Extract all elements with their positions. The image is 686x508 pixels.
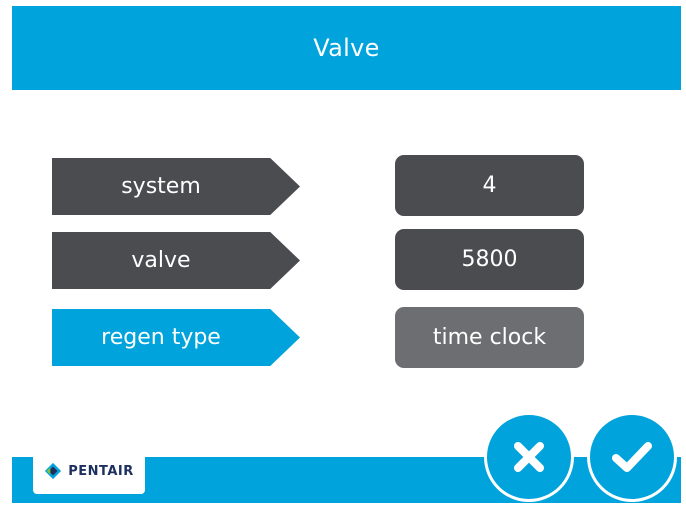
page-title: Valve xyxy=(313,34,380,62)
valve-label: valve xyxy=(131,248,191,273)
regen-type-setting-button[interactable]: regen type xyxy=(52,309,300,366)
pentair-diamond-icon xyxy=(45,462,62,480)
system-value: 4 xyxy=(482,173,497,198)
header-bar: Valve xyxy=(12,6,681,90)
system-setting-button[interactable]: system xyxy=(52,158,300,215)
regen-type-value-field[interactable]: time clock xyxy=(395,307,584,368)
pentair-logo: PENTAIR xyxy=(33,448,145,494)
system-label: system xyxy=(121,174,201,199)
regen-type-value: time clock xyxy=(432,325,547,350)
valve-value: 5800 xyxy=(461,247,518,272)
valve-value-field[interactable]: 5800 xyxy=(395,229,584,290)
regen-type-label: regen type xyxy=(101,325,221,350)
system-value-field[interactable]: 4 xyxy=(395,155,584,216)
brand-name: PENTAIR xyxy=(68,463,134,479)
cancel-button[interactable] xyxy=(484,412,574,502)
close-icon xyxy=(514,442,544,472)
check-icon xyxy=(612,442,652,472)
confirm-button[interactable] xyxy=(587,412,677,502)
valve-setting-button[interactable]: valve xyxy=(52,232,300,289)
